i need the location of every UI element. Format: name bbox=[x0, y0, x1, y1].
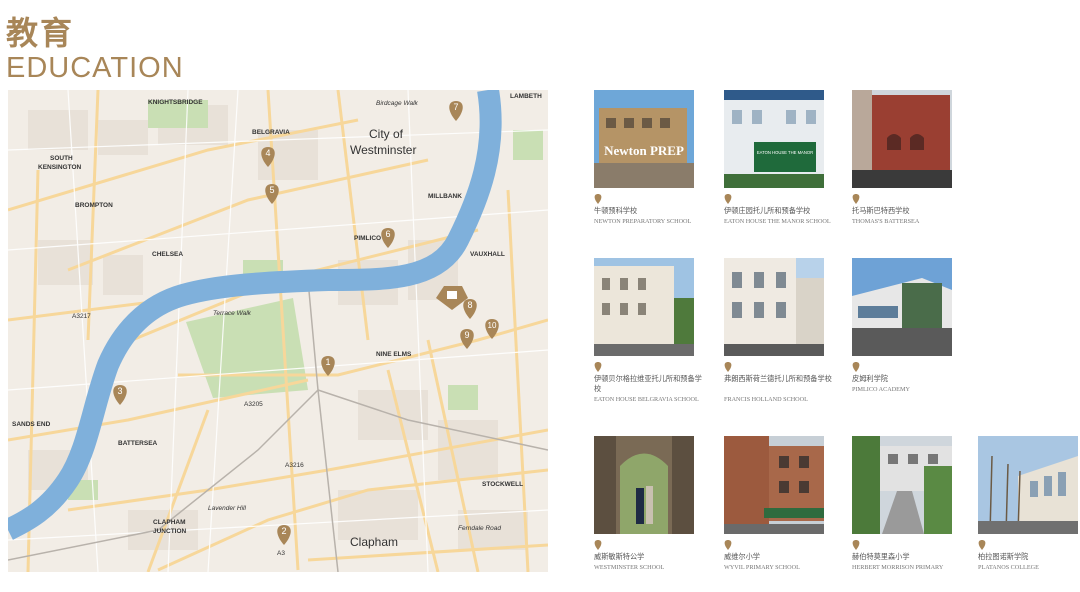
school-name-en: PIMLICO ACADEMY bbox=[852, 386, 910, 393]
location-pin-icon bbox=[724, 540, 732, 550]
school-name-zh: 伊顿贝尔格拉维亚托儿所和预备学校 bbox=[594, 374, 702, 393]
school-name-zh: 托马斯巴特西学校 bbox=[852, 206, 910, 215]
svg-text:7: 7 bbox=[453, 102, 458, 112]
school-card-pimlico-academy[interactable]: 皮姆利学院 PIMLICO ACADEMY bbox=[852, 258, 962, 393]
school-card-francis-holland[interactable]: 弗朗西斯荷兰德托儿所和预备学校 FRANCIS HOLLAND SCHOOL bbox=[724, 258, 834, 403]
location-pin-icon bbox=[594, 362, 602, 372]
svg-text:2: 2 bbox=[281, 526, 286, 536]
school-photo bbox=[852, 258, 952, 356]
label-lavender-hill: Lavender Hill bbox=[208, 505, 246, 512]
school-card-platanos[interactable]: 柏拉图诺斯学院 PLATANOS COLLEGE bbox=[978, 436, 1080, 571]
label-millbank: MILLBANK bbox=[428, 193, 462, 200]
label-lambeth: LAMBETH bbox=[510, 93, 542, 100]
svg-text:3: 3 bbox=[117, 386, 122, 396]
label-stockwell: STOCKWELL bbox=[482, 481, 523, 488]
school-card-thomas-battersea[interactable]: 托马斯巴特西学校 THOMAS'S BATTERSEA bbox=[852, 90, 962, 225]
school-name-zh: 牛顿预科学校 bbox=[594, 206, 638, 215]
school-photo bbox=[594, 258, 694, 356]
school-photo bbox=[978, 436, 1078, 534]
school-name-en: WYVIL PRIMARY SCHOOL bbox=[724, 564, 800, 571]
school-name-zh: 伊顿庄园托儿所和预备学校 bbox=[724, 206, 811, 215]
school-card-westminster[interactable]: 威斯敏斯特公学 WESTMINSTER SCHOOL bbox=[594, 436, 704, 571]
area-map[interactable]: KNIGHTSBRIDGE Birdcage Walk LAMBETH BELG… bbox=[8, 90, 548, 572]
location-pin-icon bbox=[852, 540, 860, 550]
label-a3: A3 bbox=[277, 550, 285, 557]
label-knightsbridge: KNIGHTSBRIDGE bbox=[148, 99, 203, 106]
school-name-zh: 皮姆利学院 bbox=[852, 374, 888, 383]
svg-text:10: 10 bbox=[488, 321, 497, 330]
label-ferndale: Ferndale Road bbox=[458, 525, 501, 532]
label-clapham-junction-1: CLAPHAM bbox=[153, 519, 186, 526]
label-birdcage: Birdcage Walk bbox=[376, 100, 419, 107]
school-card-newton[interactable]: Newton PREP 牛顿预科学校 NEWTON PREPARATORY SC… bbox=[594, 90, 704, 225]
label-south-2: KENSINGTON bbox=[38, 164, 82, 171]
school-card-eaton-manor[interactable]: EATON HOUSE THE MANOR 伊顿庄园托儿所和预备学校 EATON… bbox=[724, 90, 834, 225]
location-pin-icon bbox=[724, 194, 732, 204]
svg-text:9: 9 bbox=[464, 330, 469, 340]
label-vauxhall: VAUXHALL bbox=[470, 251, 505, 258]
label-terrace-walk: Terrace Walk bbox=[213, 310, 252, 317]
svg-text:1: 1 bbox=[325, 357, 330, 367]
svg-text:Newton PREP: Newton PREP bbox=[604, 143, 684, 158]
school-name-zh: 威维尔小学 bbox=[724, 552, 760, 561]
school-photo bbox=[852, 436, 952, 534]
school-photo: Newton PREP bbox=[594, 90, 694, 188]
label-westminster: Westminster bbox=[350, 143, 416, 157]
school-name-en: PLATANOS COLLEGE bbox=[978, 564, 1039, 571]
label-nine-elms: NINE ELMS bbox=[376, 351, 412, 358]
school-name-en: HERBERT MORRISON PRIMARY bbox=[852, 564, 944, 571]
school-name-zh: 柏拉图诺斯学院 bbox=[978, 552, 1029, 561]
location-pin-icon bbox=[852, 194, 860, 204]
label-clapham: Clapham bbox=[350, 535, 398, 549]
school-photo bbox=[852, 90, 952, 188]
school-photo bbox=[724, 436, 824, 534]
location-pin-icon bbox=[978, 540, 986, 550]
page-title-english: EDUCATION bbox=[6, 52, 184, 84]
page-title-chinese: 教育 bbox=[6, 14, 75, 52]
label-city-of: City of bbox=[369, 127, 404, 141]
label-south-1: SOUTH bbox=[50, 155, 73, 162]
school-name-en: THOMAS'S BATTERSEA bbox=[852, 218, 920, 225]
svg-text:4: 4 bbox=[265, 148, 270, 158]
location-pin-icon bbox=[724, 362, 732, 372]
label-a3205: A3205 bbox=[244, 401, 263, 408]
school-name-zh: 弗朗西斯荷兰德托儿所和预备学校 bbox=[724, 374, 832, 383]
school-name-zh: 赫伯特莫里森小学 bbox=[852, 552, 910, 561]
label-belgravia: BELGRAVIA bbox=[252, 129, 290, 136]
location-pin-icon bbox=[852, 362, 860, 372]
label-a3216: A3216 bbox=[285, 462, 304, 469]
location-pin-icon bbox=[594, 194, 602, 204]
school-card-herbert-morrison[interactable]: 赫伯特莫里森小学 HERBERT MORRISON PRIMARY bbox=[852, 436, 962, 571]
school-name-en: WESTMINSTER SCHOOL bbox=[594, 564, 665, 571]
school-name-en: NEWTON PREPARATORY SCHOOL bbox=[594, 218, 692, 225]
school-name-en: EATON HOUSE BELGRAVIA SCHOOL bbox=[594, 396, 699, 403]
school-name-zh: 威斯敏斯特公学 bbox=[594, 552, 645, 561]
label-pimlico: PIMLICO bbox=[354, 235, 381, 242]
svg-text:5: 5 bbox=[269, 185, 274, 195]
school-name-en: FRANCIS HOLLAND SCHOOL bbox=[724, 396, 808, 403]
location-pin-icon bbox=[594, 540, 602, 550]
svg-text:8: 8 bbox=[467, 300, 472, 310]
school-card-wyvil[interactable]: 威维尔小学 WYVIL PRIMARY SCHOOL bbox=[724, 436, 834, 571]
label-brompton: BROMPTON bbox=[75, 202, 113, 209]
label-chelsea: CHELSEA bbox=[152, 251, 183, 258]
label-battersea: BATTERSEA bbox=[118, 440, 158, 447]
school-name-en: EATON HOUSE THE MANOR SCHOOL bbox=[724, 218, 831, 225]
school-photo bbox=[594, 436, 694, 534]
school-card-eaton-belgravia[interactable]: 伊顿贝尔格拉维亚托儿所和预备学校 EATON HOUSE BELGRAVIA S… bbox=[594, 258, 704, 403]
label-clapham-junction-2: JUNCTION bbox=[153, 528, 187, 535]
school-photo: EATON HOUSE THE MANOR bbox=[724, 90, 824, 188]
label-sands-end: SANDS END bbox=[12, 421, 51, 428]
school-photo bbox=[724, 258, 824, 356]
svg-text:EATON HOUSE THE MANOR: EATON HOUSE THE MANOR bbox=[757, 150, 813, 155]
label-a3217: A3217 bbox=[72, 313, 91, 320]
svg-text:6: 6 bbox=[385, 229, 390, 239]
